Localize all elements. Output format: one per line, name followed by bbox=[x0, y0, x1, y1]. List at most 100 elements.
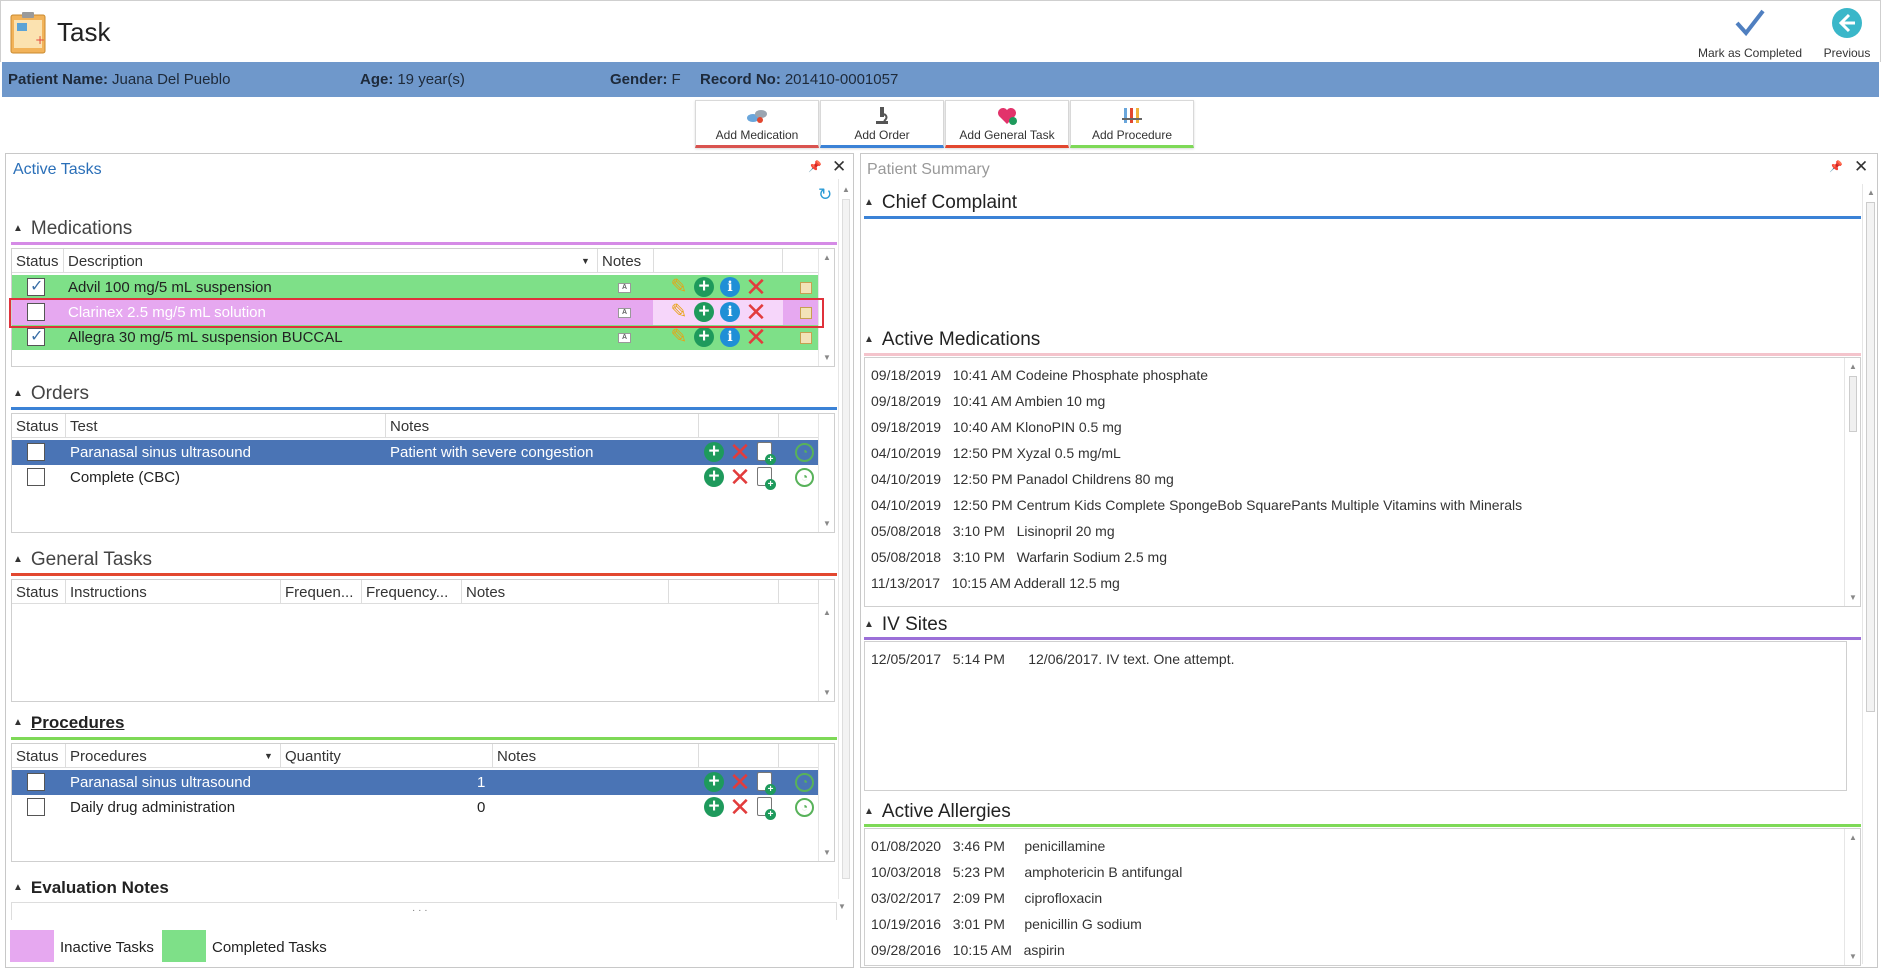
med-list-item[interactable]: 09/18/2019 10:40 AM KlonoPIN 0.5 mg bbox=[871, 419, 1122, 435]
add-order-button[interactable]: Add Order bbox=[820, 100, 944, 148]
close-icon[interactable]: ✕ bbox=[1854, 157, 1868, 177]
evaluation-notes-area[interactable]: · · · bbox=[11, 902, 837, 920]
recurrence-icon[interactable]: ◔ bbox=[795, 468, 814, 487]
pin-icon[interactable]: 📌 bbox=[808, 160, 822, 173]
column-header-notes[interactable]: Notes bbox=[602, 253, 641, 270]
recurrence-icon[interactable]: ◔ bbox=[795, 443, 814, 462]
active-medications-scrollbar[interactable]: ▲ ▼ bbox=[1844, 358, 1860, 606]
clipboard-add-icon[interactable] bbox=[757, 772, 776, 795]
column-header-notes[interactable]: Notes bbox=[466, 584, 505, 601]
status-checkbox[interactable] bbox=[27, 773, 45, 791]
med-list-item[interactable]: 04/10/2019 12:50 PM Xyzal 0.5 mg/mL bbox=[871, 445, 1121, 461]
status-checkbox[interactable] bbox=[27, 443, 45, 461]
add-general-task-button[interactable]: Add General Task bbox=[945, 100, 1069, 148]
info-icon[interactable]: i bbox=[720, 277, 740, 297]
column-header-test[interactable]: Test bbox=[70, 418, 98, 435]
column-header-description[interactable]: Description bbox=[68, 253, 143, 270]
edit-icon[interactable]: ✎ bbox=[668, 276, 690, 298]
clipboard-add-icon[interactable] bbox=[757, 467, 776, 490]
status-checkbox[interactable] bbox=[27, 798, 45, 816]
delete-icon[interactable]: ✕ bbox=[729, 794, 751, 820]
orders-scrollbar[interactable]: ▼ bbox=[818, 414, 834, 532]
general-tasks-section-header[interactable]: ▲ General Tasks bbox=[13, 549, 152, 571]
allergy-item[interactable]: 10/03/2018 5:23 PM amphotericin B antifu… bbox=[871, 864, 1182, 880]
med-list-item[interactable]: 05/08/2018 3:10 PM Warfarin Sodium 2.5 m… bbox=[871, 549, 1167, 565]
med-list-item[interactable]: 09/18/2019 10:41 AM Codeine Phosphate ph… bbox=[871, 367, 1208, 383]
clipboard-add-icon[interactable] bbox=[757, 442, 776, 465]
column-header-instructions[interactable]: Instructions bbox=[70, 584, 147, 601]
med-list-item[interactable]: 04/10/2019 12:50 PM Panadol Childrens 80… bbox=[871, 471, 1174, 487]
edit-icon[interactable]: ✎ bbox=[668, 326, 690, 348]
general-tasks-scrollbar[interactable]: ▲ ▼ bbox=[818, 604, 834, 701]
previous-button[interactable]: Previous bbox=[1817, 7, 1877, 60]
sort-dropdown-icon[interactable]: ▼ bbox=[581, 256, 590, 266]
resize-grip[interactable]: · · · bbox=[412, 905, 428, 916]
column-header-quantity[interactable]: Quantity bbox=[285, 748, 341, 765]
column-header-status[interactable]: Status bbox=[16, 748, 59, 765]
clipboard-add-icon[interactable] bbox=[757, 797, 776, 820]
status-checkbox[interactable] bbox=[27, 326, 45, 346]
column-header-notes[interactable]: Notes bbox=[390, 418, 429, 435]
add-icon[interactable]: + bbox=[704, 772, 724, 792]
delete-icon[interactable]: ✕ bbox=[745, 274, 767, 300]
allergy-item[interactable]: 01/08/2020 3:46 PM penicillamine bbox=[871, 838, 1105, 854]
medication-row[interactable]: Allegra 30 mg/5 mL suspension BUCCAL A ✎… bbox=[12, 324, 818, 350]
outer-scroll-down-icon[interactable]: ▼ bbox=[838, 902, 846, 911]
med-list-item[interactable]: 09/18/2019 10:41 AM Ambien 10 mg bbox=[871, 393, 1105, 409]
order-row[interactable]: Complete (CBC) + ✕ ◔ bbox=[12, 464, 818, 490]
delete-icon[interactable]: ✕ bbox=[729, 464, 751, 490]
add-icon[interactable]: + bbox=[694, 277, 714, 297]
iv-sites-header[interactable]: ▲ IV Sites bbox=[864, 614, 947, 636]
allergy-item[interactable]: 03/02/2017 2:09 PM ciprofloxacin bbox=[871, 890, 1102, 906]
history-icon[interactable] bbox=[800, 282, 812, 294]
add-icon[interactable]: + bbox=[704, 797, 724, 817]
sort-dropdown-icon[interactable]: ▼ bbox=[264, 751, 273, 761]
pin-icon[interactable]: 📌 bbox=[1829, 160, 1843, 173]
procedure-row[interactable]: Daily drug administration 0 + ✕ ◔ bbox=[12, 794, 818, 820]
med-list-item[interactable]: 04/10/2019 12:50 PM Centrum Kids Complet… bbox=[871, 497, 1522, 513]
add-icon[interactable]: + bbox=[704, 442, 724, 462]
evaluation-notes-section-header[interactable]: ▲ Evaluation Notes bbox=[13, 878, 169, 898]
medication-row[interactable]: Advil 100 mg/5 mL suspension A ✎ + i ✕ bbox=[12, 274, 818, 300]
column-header-status[interactable]: Status bbox=[16, 418, 59, 435]
mark-completed-button[interactable]: Mark as Completed bbox=[1695, 7, 1805, 60]
procedures-scrollbar[interactable]: ▼ bbox=[818, 744, 834, 861]
recurrence-icon[interactable]: ◔ bbox=[795, 798, 814, 817]
add-icon[interactable]: + bbox=[704, 467, 724, 487]
close-icon[interactable]: ✕ bbox=[832, 157, 846, 177]
info-icon[interactable]: i bbox=[720, 327, 740, 347]
active-tasks-scrollbar[interactable]: ▲ bbox=[838, 179, 852, 899]
delete-icon[interactable]: ✕ bbox=[729, 439, 751, 465]
procedures-section-header[interactable]: ▲ Procedures bbox=[13, 713, 124, 733]
order-row[interactable]: Paranasal sinus ultrasound Patient with … bbox=[12, 439, 818, 465]
patient-summary-scrollbar[interactable]: ▲ bbox=[1862, 184, 1877, 964]
recurrence-icon[interactable]: ◔ bbox=[795, 773, 814, 792]
add-procedure-button[interactable]: Add Procedure bbox=[1070, 100, 1194, 148]
status-checkbox[interactable] bbox=[27, 468, 45, 486]
allergy-item[interactable]: 09/28/2016 10:15 AM aspirin bbox=[871, 942, 1065, 958]
chief-complaint-header[interactable]: ▲ Chief Complaint bbox=[864, 192, 1017, 214]
active-allergies-scrollbar[interactable]: ▲ ▼ bbox=[1844, 829, 1860, 965]
notes-icon[interactable]: A bbox=[618, 283, 631, 293]
column-header-notes[interactable]: Notes bbox=[497, 748, 536, 765]
column-header-procedures[interactable]: Procedures bbox=[70, 748, 147, 765]
delete-icon[interactable]: ✕ bbox=[745, 324, 767, 350]
medications-section-header[interactable]: ▲ Medications bbox=[13, 218, 132, 240]
active-allergies-header[interactable]: ▲ Active Allergies bbox=[864, 801, 1011, 823]
add-medication-button[interactable]: Add Medication bbox=[695, 100, 819, 148]
notes-icon[interactable]: A bbox=[618, 333, 631, 343]
add-icon[interactable]: + bbox=[694, 327, 714, 347]
active-medications-header[interactable]: ▲ Active Medications bbox=[864, 329, 1040, 351]
delete-icon[interactable]: ✕ bbox=[729, 769, 751, 795]
column-header-frequency-2[interactable]: Frequency... bbox=[366, 584, 448, 601]
iv-site-item[interactable]: 12/05/2017 5:14 PM 12/06/2017. IV text. … bbox=[871, 651, 1234, 667]
allergy-item[interactable]: 10/19/2016 3:01 PM penicillin G sodium bbox=[871, 916, 1142, 932]
procedure-row[interactable]: Paranasal sinus ultrasound 1 + ✕ ◔ bbox=[12, 769, 818, 795]
history-icon[interactable] bbox=[800, 332, 812, 344]
column-header-status[interactable]: Status bbox=[16, 584, 59, 601]
column-header-frequency[interactable]: Frequen... bbox=[285, 584, 353, 601]
med-list-item[interactable]: 05/08/2018 3:10 PM Lisinopril 20 mg bbox=[871, 523, 1115, 539]
refresh-icon[interactable]: ↻ bbox=[818, 185, 832, 205]
med-list-item[interactable]: 11/13/2017 10:15 AM Adderall 12.5 mg bbox=[871, 575, 1120, 591]
orders-section-header[interactable]: ▲ Orders bbox=[13, 383, 89, 405]
